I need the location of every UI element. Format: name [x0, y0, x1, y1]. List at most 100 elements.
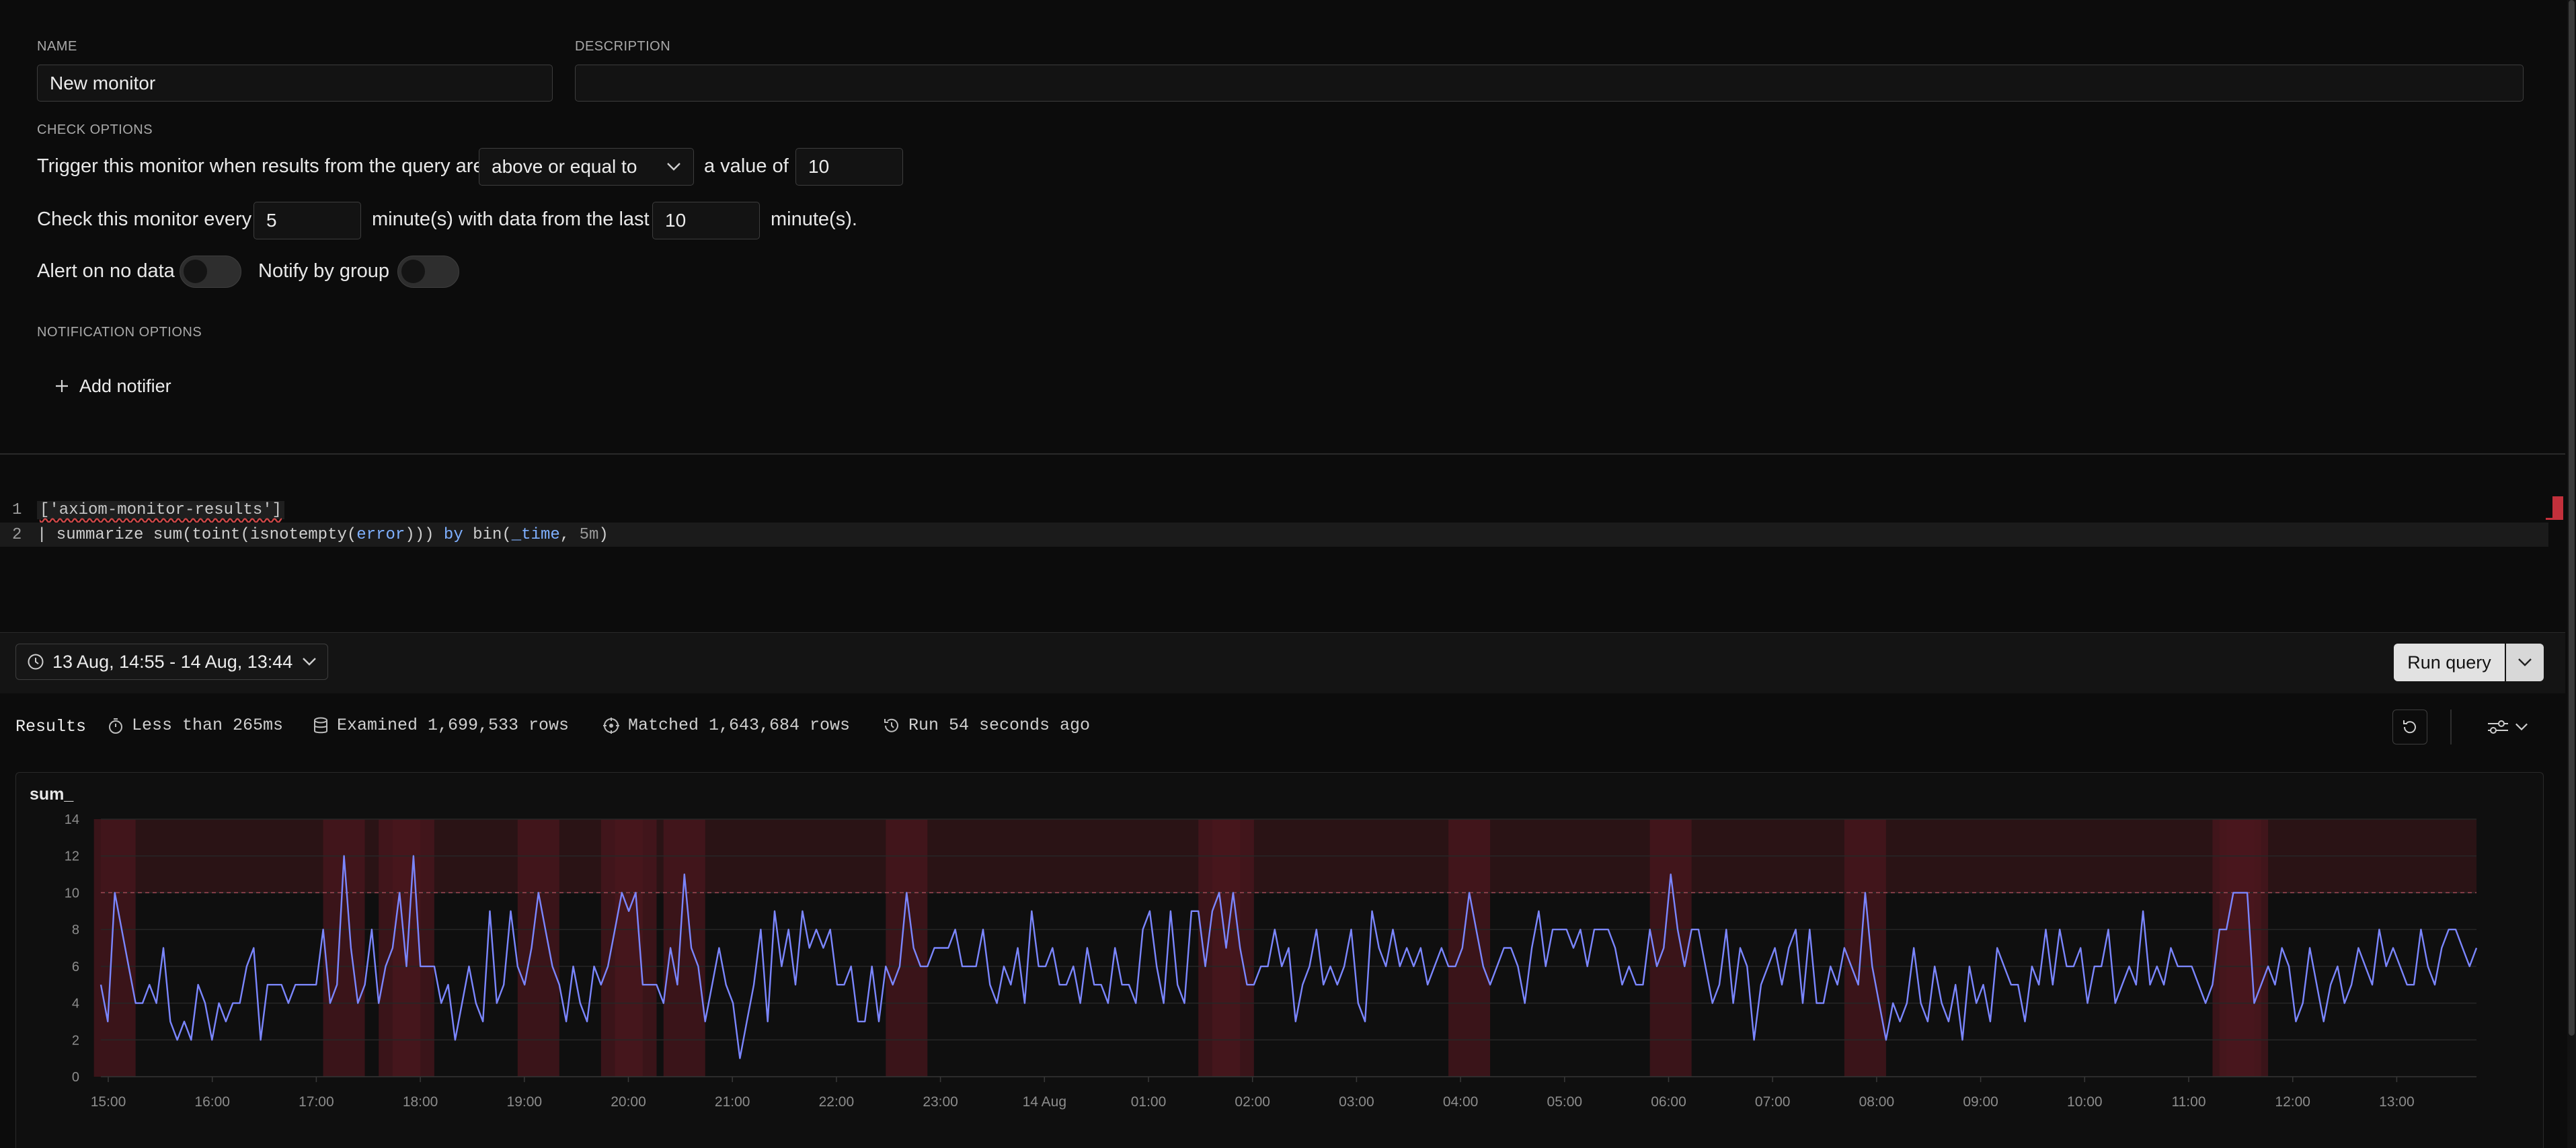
y-tick-label: 4	[72, 997, 79, 1011]
name-input[interactable]: New monitor	[37, 65, 553, 102]
data-from-last-input[interactable]: 10	[652, 202, 760, 239]
refresh-button[interactable]	[2392, 710, 2427, 744]
error-marker-line	[2546, 518, 2563, 520]
query-editor[interactable]: 1 ['axiom-monitor-results'] 2 | summariz…	[0, 455, 2565, 632]
x-tick-label: 03:00	[1339, 1094, 1374, 1110]
trigger-value-input[interactable]: 10	[795, 148, 903, 186]
x-tick-label: 08:00	[1859, 1094, 1895, 1110]
target-icon	[603, 717, 619, 734]
clock-icon	[28, 654, 44, 670]
line-number: 1	[12, 501, 22, 519]
notification-options-label: NOTIFICATION OPTIONS	[37, 325, 202, 340]
query-toolbar: 13 Aug, 14:55 - 14 Aug, 13:44 Run query	[0, 632, 2565, 693]
code-line-1: ['axiom-monitor-results']	[37, 501, 285, 519]
y-tick-label: 8	[72, 923, 79, 937]
trigger-operator-select[interactable]: above or equal to	[479, 148, 694, 186]
toggle-knob	[184, 260, 207, 283]
code-token: )))	[405, 526, 444, 544]
code-token: ,	[559, 526, 580, 544]
code-token: 5m	[579, 526, 599, 544]
code-token: by	[443, 526, 473, 544]
chevron-down-icon	[2515, 723, 2528, 731]
x-tick-label: 12:00	[2275, 1094, 2310, 1110]
trigger-value: 10	[808, 156, 830, 177]
notify-group-toggle[interactable]	[397, 256, 459, 288]
chevron-down-icon	[303, 658, 317, 666]
examined-value: Examined 1,699,533 rows	[337, 716, 570, 735]
time-range-picker[interactable]: 13 Aug, 14:55 - 14 Aug, 13:44	[15, 644, 329, 680]
y-tick-label: 2	[72, 1033, 79, 1048]
x-tick-label: 23:00	[923, 1094, 958, 1110]
run-ago-value: Run 54 seconds ago	[908, 716, 1091, 735]
alert-band	[1448, 819, 1491, 1077]
x-tick-label: 17:00	[299, 1094, 334, 1110]
y-tick-label: 0	[72, 1070, 79, 1085]
x-tick-label: 05:00	[1547, 1094, 1583, 1110]
history-icon	[884, 718, 898, 732]
x-tick-label: 06:00	[1651, 1094, 1686, 1110]
refresh-icon	[2403, 720, 2416, 734]
y-tick-label: 14	[65, 812, 79, 827]
x-tick-label: 02:00	[1235, 1094, 1270, 1110]
x-axis: 15:00 16:00 17:00 18:00 19:00 20:00 21:00 22:00…	[91, 1076, 2476, 1110]
chevron-down-icon	[667, 163, 680, 171]
name-value: New monitor	[50, 72, 156, 93]
minutes-suffix: minute(s).	[771, 208, 857, 230]
check-every-input[interactable]: 5	[253, 202, 361, 239]
alert-no-data-toggle[interactable]	[180, 256, 241, 288]
alert-band	[1212, 819, 1254, 1077]
check-every-label: Check this monitor every	[37, 208, 252, 230]
x-tick-label: 16:00	[194, 1094, 230, 1110]
alert-band	[886, 819, 928, 1077]
database-icon	[314, 717, 327, 733]
check-options-label: CHECK OPTIONS	[37, 122, 153, 137]
alert-band	[1649, 819, 1692, 1077]
alert-bands	[93, 819, 2476, 1077]
y-axis: 0 2 4 6 8 10 12 14	[65, 812, 79, 1085]
alert-band	[615, 819, 657, 1077]
code-token: bin(	[473, 526, 512, 544]
alert-band	[2226, 819, 2269, 1077]
chart-options-button[interactable]	[2481, 710, 2534, 744]
notify-group-label: Notify by group	[258, 260, 390, 282]
duration-stat: Less than 265ms	[108, 716, 283, 735]
run-ago-stat: Run 54 seconds ago	[883, 716, 1090, 735]
toggle-knob	[401, 260, 425, 283]
trigger-operator-value: above or equal to	[492, 156, 637, 177]
run-query-options-button[interactable]	[2506, 644, 2544, 681]
y-tick-label: 10	[65, 886, 79, 901]
code-token: | summarize	[37, 526, 153, 544]
trigger-value-label: a value of	[704, 155, 789, 177]
x-tick-label: 11:00	[2172, 1094, 2206, 1110]
x-tick-label: 07:00	[1755, 1094, 1791, 1110]
x-tick-label: 18:00	[403, 1094, 438, 1110]
alert-band	[1844, 819, 1886, 1077]
line-chart[interactable]: 0 2 4 6 8 10 12 14 15:00 16:00 17:00 18:00 19:00 20:…	[0, 772, 2565, 1148]
alert-band	[517, 819, 559, 1077]
alert-band	[93, 819, 136, 1077]
duration-value: Less than 265ms	[132, 716, 284, 735]
scrollbar-track[interactable]	[2567, 0, 2576, 1148]
alert-no-data-label: Alert on no data	[37, 260, 175, 282]
code-line-2: | summarize sum(toint(isnotempty(error))…	[37, 526, 609, 544]
x-tick-label: 04:00	[1443, 1094, 1479, 1110]
toolbar-divider	[2450, 710, 2452, 744]
results-bar: Results Less than 265ms Examined 1,699,5…	[0, 693, 2565, 753]
scrollbar-thumb[interactable]	[2569, 0, 2575, 1036]
line-number: 2	[12, 526, 22, 544]
run-query-button[interactable]: Run query	[2394, 644, 2505, 681]
x-tick-label: 01:00	[1131, 1094, 1167, 1110]
matched-value: Matched 1,643,684 rows	[628, 716, 851, 735]
code-token: )	[598, 526, 609, 544]
data-from-last-value: 10	[665, 210, 687, 231]
check-every-value: 5	[266, 210, 277, 231]
add-notifier-label: Add notifier	[79, 375, 171, 396]
x-tick-label: 20:00	[611, 1094, 646, 1110]
x-tick-label: 10:00	[2067, 1094, 2103, 1110]
x-tick-label: 09:00	[1963, 1094, 1998, 1110]
description-input[interactable]	[575, 65, 2524, 102]
add-notifier-button[interactable]: Add notifier	[47, 371, 178, 401]
name-label: NAME	[37, 39, 77, 54]
x-tick-label: 15:00	[91, 1094, 126, 1110]
y-tick-label: 12	[65, 849, 79, 864]
